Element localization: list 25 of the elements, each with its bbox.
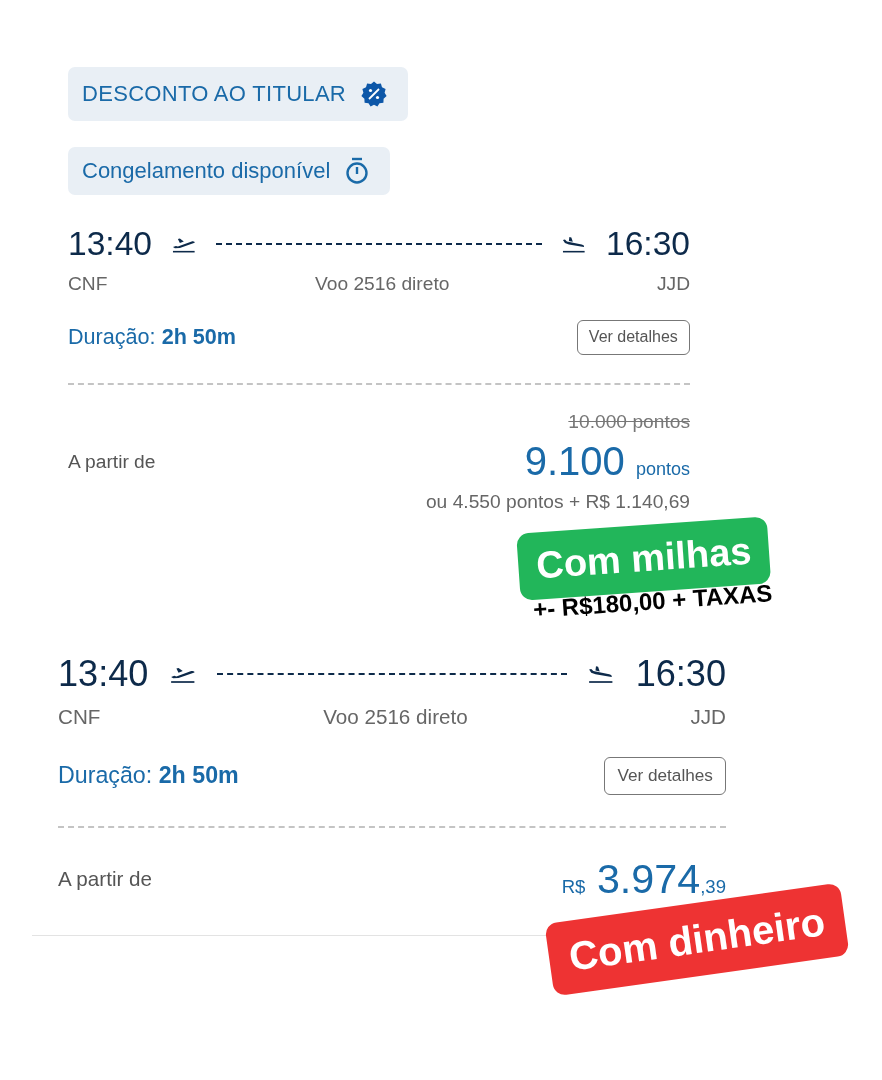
benefit-badge: Congelamento disponível — [68, 147, 391, 195]
price-label: A partir de — [58, 867, 152, 891]
departure-time: 13:40 — [68, 225, 153, 263]
arrival-time: 16:30 — [635, 652, 726, 695]
details-button[interactable]: Ver detalhes — [604, 756, 726, 796]
price-label: A partir de — [68, 450, 156, 473]
departure-time: 13:40 — [58, 652, 149, 695]
alternative-price: ou 4.550 pontos + R$ 1.140,69 — [425, 490, 690, 513]
original-price: 10.000 pontos — [568, 410, 690, 433]
departure-airport: CNF — [58, 705, 101, 730]
points-price: 9.100 pontos — [524, 439, 690, 485]
flight-info: Voo 2516 direto — [323, 705, 468, 730]
benefit-badge: DESCONTO AO TITULAR — [68, 67, 409, 121]
stopwatch-icon — [344, 157, 371, 185]
flight-duration: Duração: 2h 50m — [58, 762, 239, 790]
landing-icon — [587, 663, 615, 685]
arrival-time: 16:30 — [605, 225, 690, 263]
arrival-airport: JJD — [690, 705, 726, 730]
arrival-airport: JJD — [656, 272, 690, 295]
details-button[interactable]: Ver detalhes — [576, 320, 690, 355]
departure-airport: CNF — [68, 272, 108, 295]
discount-seal-icon — [360, 80, 389, 108]
flight-duration: Duração: 2h 50m — [68, 324, 237, 351]
flight-info: Voo 2516 direto — [314, 272, 450, 295]
landing-icon — [561, 234, 587, 254]
